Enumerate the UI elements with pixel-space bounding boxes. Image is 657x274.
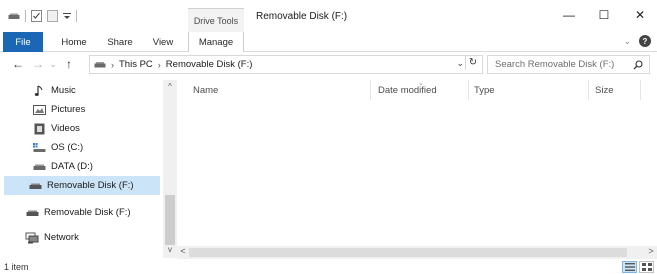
address-row: ← → ⌄ ↑ › This PC › Removable Disk (F:) … (0, 53, 657, 77)
status-bar: 1 item (0, 259, 657, 274)
quick-access-toolbar (8, 9, 77, 23)
chevron-down-icon: ⌄ (49, 58, 57, 69)
toolbar-divider (76, 10, 77, 22)
customize-toolbar-icon[interactable] (63, 11, 71, 21)
network-icon (25, 232, 39, 244)
tab-share[interactable]: Share (101, 32, 139, 52)
minimize-icon: — (563, 8, 575, 22)
breadcrumb-separator: › (157, 59, 161, 70)
pictures-icon (32, 104, 46, 116)
column-divider[interactable] (640, 80, 641, 100)
scroll-down-icon[interactable]: v (163, 245, 177, 254)
forward-button[interactable]: → (31, 57, 45, 71)
title-bar: Drive Tools Removable Disk (F:) — ☐ ✕ (0, 0, 657, 32)
breadcrumb-this-pc[interactable]: This PC (119, 59, 153, 70)
search-placeholder: Search Removable Disk (F:) (495, 59, 615, 70)
nav-item-label: DATA (D:) (51, 161, 93, 172)
refresh-icon: ↻ (468, 57, 478, 68)
scroll-up-icon[interactable]: ^ (163, 82, 177, 91)
column-header-type[interactable]: Type (468, 80, 588, 100)
nav-item-music[interactable]: Music (4, 81, 160, 100)
new-folder-icon[interactable] (47, 10, 58, 22)
nav-item-removable-disk-selected[interactable]: Removable Disk (F:) (4, 176, 160, 195)
minimize-button[interactable]: — (558, 6, 580, 24)
nav-item-data-d[interactable]: DATA (D:) (4, 157, 160, 176)
help-icon[interactable]: ? (639, 35, 651, 47)
os-drive-icon (32, 142, 46, 154)
maximize-button[interactable]: ☐ (593, 6, 615, 24)
navigation-scrollbar[interactable]: ^ v (163, 80, 177, 258)
recent-locations-button[interactable]: ⌄ (46, 57, 60, 71)
nav-item-network[interactable]: Network (4, 228, 160, 247)
column-header-name[interactable]: Name (187, 80, 370, 100)
nav-item-label: Removable Disk (F:) (47, 180, 134, 191)
nav-item-label: Music (51, 85, 76, 96)
removable-drive-icon (25, 207, 39, 219)
column-header-size[interactable]: Size (589, 80, 639, 100)
details-view-icon (624, 263, 635, 271)
ribbon-controls: ⌄ ? (623, 35, 651, 47)
drive-icon[interactable] (8, 11, 20, 21)
drive-icon (94, 60, 106, 69)
drive-icon (32, 161, 46, 173)
column-divider[interactable] (370, 80, 371, 100)
up-arrow-icon: ↑ (66, 57, 72, 71)
scrollbar-thumb[interactable] (189, 248, 627, 257)
forward-arrow-icon: → (32, 57, 44, 71)
nav-item-removable-disk[interactable]: Removable Disk (F:) (4, 203, 160, 222)
address-dropdown-icon[interactable]: ⌄ (456, 58, 464, 69)
tab-home[interactable]: Home (55, 32, 93, 52)
music-icon (32, 85, 46, 97)
videos-icon (32, 123, 46, 135)
tab-file[interactable]: File (3, 32, 43, 52)
refresh-button[interactable]: ↻ (465, 55, 480, 70)
toolbar-divider (25, 10, 26, 22)
nav-item-videos[interactable]: Videos (4, 119, 160, 138)
large-icons-view-icon (641, 263, 652, 271)
details-view-button[interactable] (622, 261, 637, 273)
search-icon (633, 59, 649, 70)
address-bar[interactable]: › This PC › Removable Disk (F:) ⌄ (89, 55, 483, 74)
back-arrow-icon: ← (12, 57, 24, 71)
maximize-icon: ☐ (598, 8, 610, 22)
nav-item-pictures[interactable]: Pictures (4, 100, 160, 119)
back-button[interactable]: ← (11, 57, 25, 71)
scroll-left-icon[interactable]: < (177, 246, 189, 256)
horizontal-scrollbar[interactable]: < > (177, 246, 657, 259)
up-button[interactable]: ↑ (62, 57, 76, 71)
sort-indicator-icon: ⌄ (418, 80, 424, 87)
context-tab-drive-tools: Drive Tools (188, 8, 244, 32)
navigation-pane: Music Pictures Videos OS (C:) DATA (D:) … (0, 80, 164, 258)
search-input[interactable]: Search Removable Disk (F:) (487, 55, 650, 74)
close-icon: ✕ (634, 8, 646, 22)
properties-icon[interactable] (31, 10, 42, 22)
nav-item-label: OS (C:) (51, 142, 84, 153)
nav-item-os-c[interactable]: OS (C:) (4, 138, 160, 157)
collapse-ribbon-icon[interactable]: ⌄ (623, 36, 631, 47)
nav-item-label: Network (44, 232, 79, 243)
tab-view[interactable]: View (146, 32, 180, 52)
breadcrumb-removable-disk[interactable]: Removable Disk (F:) (166, 59, 253, 70)
nav-item-label: Pictures (51, 104, 86, 115)
breadcrumb: › This PC › Removable Disk (F:) (90, 59, 252, 70)
item-count: 1 item (4, 262, 29, 272)
breadcrumb-separator: › (111, 59, 114, 70)
window-title: Removable Disk (F:) (256, 11, 348, 22)
ribbon-tabs: File Home Share View Manage ⌄ ? (0, 32, 657, 52)
large-icons-view-button[interactable] (639, 261, 654, 273)
nav-item-label: Removable Disk (F:) (44, 207, 131, 218)
close-button[interactable]: ✕ (629, 6, 651, 24)
tab-manage[interactable]: Manage (188, 32, 244, 52)
nav-item-label: Videos (51, 123, 80, 134)
scrollbar-thumb[interactable] (165, 195, 175, 245)
scroll-right-icon[interactable]: > (645, 246, 657, 256)
removable-drive-icon (28, 180, 42, 192)
